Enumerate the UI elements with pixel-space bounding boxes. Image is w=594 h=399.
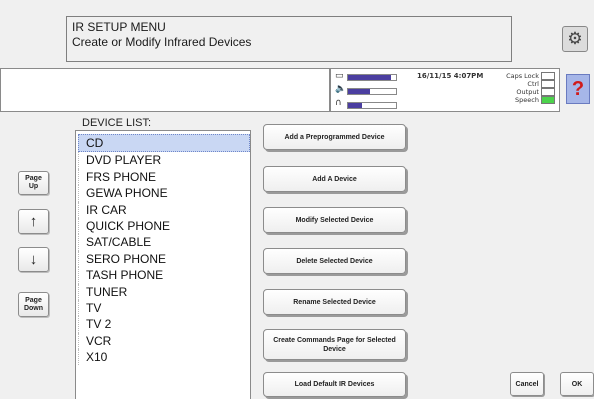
delete-device-button[interactable]: Delete Selected Device bbox=[263, 248, 406, 274]
lock-indicator-label: Caps Lock bbox=[506, 72, 539, 80]
lock-indicator-light bbox=[541, 96, 555, 104]
device-list-item[interactable]: TV bbox=[78, 299, 250, 317]
menu-subtitle: Create or Modify Infrared Devices bbox=[72, 35, 252, 49]
device-list-item[interactable]: IR CAR bbox=[78, 201, 250, 218]
load-default-devices-button[interactable]: Load Default IR Devices bbox=[263, 372, 406, 397]
battery-icon: ▭ bbox=[335, 71, 344, 81]
ok-button[interactable]: OK bbox=[560, 372, 594, 396]
device-list-item[interactable]: QUICK PHONE bbox=[78, 217, 250, 235]
settings-button[interactable]: ⚙ bbox=[562, 26, 588, 52]
headphones-icon: ∩ bbox=[335, 98, 342, 108]
battery-meter-fill bbox=[348, 75, 392, 80]
lock-indicator: Ctrl bbox=[527, 80, 555, 88]
device-list-item[interactable]: TV 2 bbox=[78, 316, 250, 333]
scroll-down-button[interactable]: ↓ bbox=[18, 247, 49, 272]
create-commands-page-button[interactable]: Create Commands Page for Selected Device bbox=[263, 329, 406, 360]
title-box: IR SETUP MENU Create or Modify Infrared … bbox=[66, 16, 512, 62]
headphone-meter-fill bbox=[348, 103, 363, 108]
message-box bbox=[0, 68, 330, 112]
lock-indicator-light bbox=[541, 88, 555, 96]
device-list-item[interactable]: SAT/CABLE bbox=[78, 234, 250, 251]
help-button[interactable]: ? bbox=[566, 74, 590, 104]
device-list-item[interactable]: TASH PHONE bbox=[78, 267, 250, 284]
gear-icon: ⚙ bbox=[567, 29, 583, 48]
cancel-button[interactable]: Cancel bbox=[510, 372, 544, 396]
arrow-down-icon: ↓ bbox=[29, 250, 38, 268]
arrow-up-icon: ↑ bbox=[29, 212, 38, 230]
lock-indicator: Output bbox=[516, 88, 555, 96]
lock-indicator-label: Ctrl bbox=[527, 80, 539, 88]
battery-meter bbox=[347, 74, 397, 81]
add-preprogrammed-device-button[interactable]: Add a Preprogrammed Device bbox=[263, 124, 406, 150]
volume-meter-fill bbox=[348, 89, 370, 94]
lock-indicator: Speech bbox=[515, 96, 555, 104]
device-list-item[interactable]: FRS PHONE bbox=[78, 168, 250, 186]
device-list-item[interactable]: GEWA PHONE bbox=[78, 185, 250, 202]
add-device-button[interactable]: Add A Device bbox=[263, 166, 406, 192]
page-up-button[interactable]: Page Up bbox=[18, 171, 49, 195]
device-list-item[interactable]: VCR bbox=[78, 332, 250, 350]
lock-indicator-label: Output bbox=[516, 88, 539, 96]
device-list-item[interactable]: SERO PHONE bbox=[78, 250, 250, 268]
menu-title: IR SETUP MENU bbox=[72, 20, 166, 34]
status-panel: ▭ 🔈 ∩ 16/11/15 4:07PM Caps Lock Ctrl Outpu… bbox=[330, 68, 560, 112]
question-icon: ? bbox=[571, 77, 585, 100]
lock-indicator-label: Speech bbox=[515, 96, 539, 104]
lock-indicator-light bbox=[541, 72, 555, 80]
device-list[interactable]: CD DVD PLAYER FRS PHONE GEWA PHONE IR CAR QUI… bbox=[75, 130, 251, 399]
lock-indicator-light bbox=[541, 80, 555, 88]
volume-meter bbox=[347, 88, 397, 95]
device-list-item[interactable]: CD bbox=[78, 134, 250, 153]
device-list-item[interactable]: X10 bbox=[78, 349, 250, 366]
device-list-item[interactable]: TUNER bbox=[78, 283, 250, 300]
speaker-icon: 🔈 bbox=[335, 84, 347, 94]
device-list-label: DEVICE LIST: bbox=[82, 117, 152, 129]
rename-device-button[interactable]: Rename Selected Device bbox=[263, 289, 406, 315]
device-list-item[interactable]: DVD PLAYER bbox=[78, 152, 250, 169]
page-down-button[interactable]: Page Down bbox=[18, 292, 49, 317]
datetime: 16/11/15 4:07PM bbox=[417, 72, 484, 80]
lock-indicator: Caps Lock bbox=[506, 72, 555, 80]
modify-device-button[interactable]: Modify Selected Device bbox=[263, 207, 406, 233]
scroll-up-button[interactable]: ↑ bbox=[18, 209, 49, 234]
headphone-meter bbox=[347, 102, 397, 109]
